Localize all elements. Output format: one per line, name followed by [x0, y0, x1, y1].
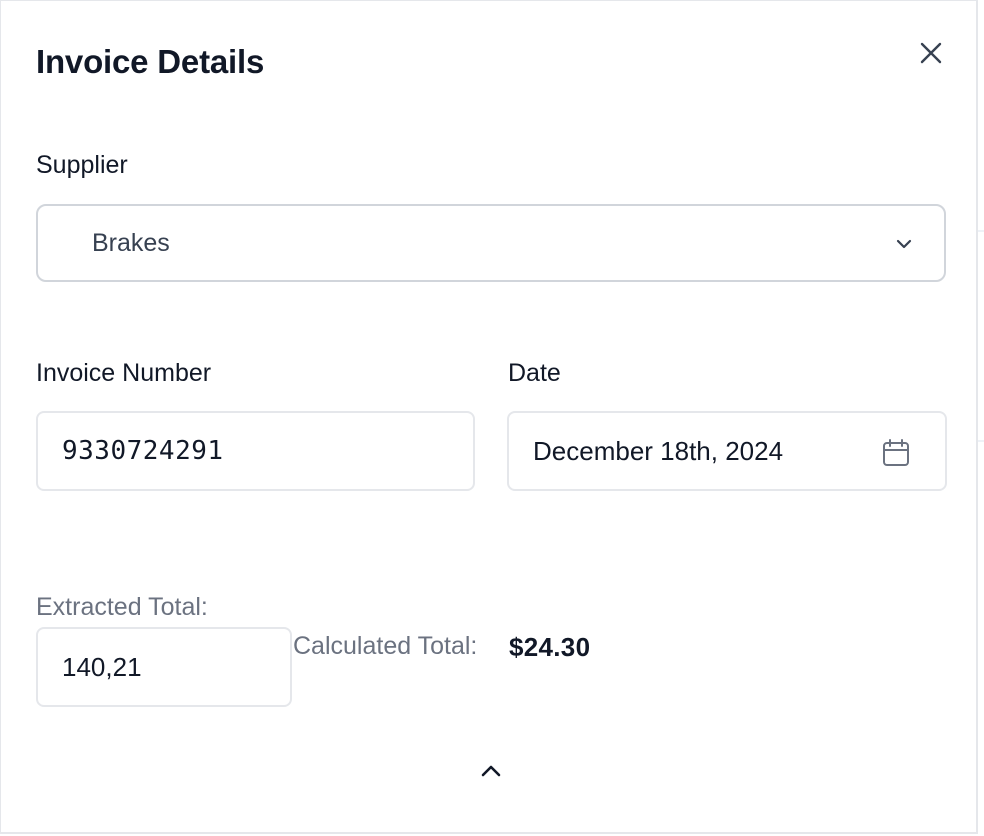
date-label: Date [508, 359, 561, 387]
supplier-select[interactable]: Brakes [36, 204, 946, 282]
invoice-number-value: 9330724291 [62, 436, 224, 466]
close-button[interactable] [913, 35, 949, 71]
panel-title: Invoice Details [36, 43, 265, 80]
calculated-total-value: $24.30 [509, 632, 591, 662]
invoice-details-panel: Invoice Details Supplier Brakes Invoice … [0, 0, 978, 834]
collapse-button[interactable] [475, 757, 507, 785]
background-divider [978, 440, 984, 442]
extracted-total-value: 140,21 [62, 651, 142, 682]
chevron-down-icon [896, 239, 912, 249]
background-page-edge [978, 0, 984, 836]
supplier-selected-value: Brakes [92, 229, 170, 257]
calendar-icon [883, 439, 909, 466]
chevron-up-icon [481, 765, 501, 777]
calculated-total-label: Calculated Total: [293, 632, 478, 660]
invoice-number-input[interactable]: 9330724291 [36, 411, 475, 491]
supplier-label: Supplier [36, 151, 128, 179]
extracted-total-input[interactable]: 140,21 [36, 627, 292, 707]
close-icon [920, 42, 942, 64]
date-value: December 18th, 2024 [533, 435, 784, 466]
date-picker[interactable]: December 18th, 2024 [507, 411, 947, 491]
background-divider [978, 230, 984, 232]
invoice-number-label: Invoice Number [36, 359, 212, 387]
extracted-total-label: Extracted Total: [36, 593, 208, 621]
